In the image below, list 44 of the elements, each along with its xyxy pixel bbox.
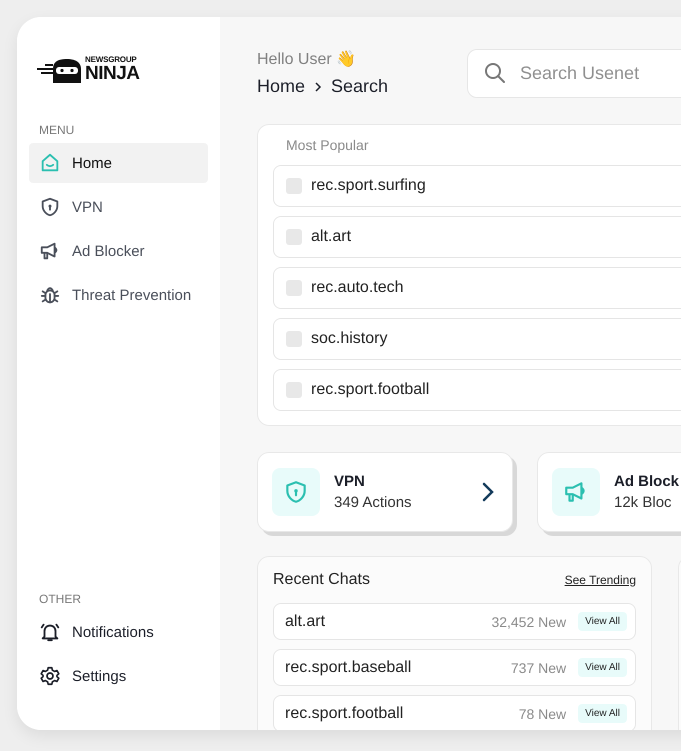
newsgroup-row[interactable]: soc.history xyxy=(273,318,681,360)
breadcrumb-item[interactable]: Search xyxy=(331,76,388,97)
chevron-right-icon[interactable] xyxy=(480,481,496,503)
logo-text: NINJA xyxy=(85,64,140,83)
newsgroup-row[interactable]: rec.sport.surfing xyxy=(273,165,681,207)
card-subtitle: 349 Actions xyxy=(334,494,413,511)
sidebar-item[interactable]: Threat Prevention xyxy=(29,275,208,315)
new-count: 737 New xyxy=(510,660,566,676)
home-icon xyxy=(39,152,61,174)
card-title: VPN xyxy=(334,473,366,490)
search-icon xyxy=(483,61,507,85)
newsgroup-row[interactable]: rec.auto.tech xyxy=(273,267,681,309)
search-field[interactable]: Search Usenet xyxy=(467,49,681,98)
bell-icon xyxy=(39,621,61,643)
chevron-icon xyxy=(313,82,324,92)
view-all-button[interactable]: View All xyxy=(578,658,627,677)
ninja-logo-icon xyxy=(35,57,83,83)
view-all-button[interactable]: View All xyxy=(578,612,627,631)
card-title: Ad Block xyxy=(614,473,680,490)
newsgroup-row[interactable]: rec.sport.football xyxy=(273,369,681,411)
sidebar-item[interactable]: Settings xyxy=(29,656,208,696)
section-label: OTHER xyxy=(39,592,82,606)
panel-title: Recent Chats xyxy=(273,571,370,589)
sidebar-item[interactable]: Notifications xyxy=(29,612,208,652)
sidebar-item[interactable]: VPN xyxy=(29,187,208,227)
chat-name: alt.art xyxy=(285,612,326,630)
chat-name: rec.sport.football xyxy=(285,704,404,722)
new-count: 32,452 New xyxy=(491,614,566,630)
newsgroup-row[interactable]: alt.art xyxy=(273,216,681,258)
card-subtitle: 12k Bloc xyxy=(614,494,673,511)
panel-title: Most Popular xyxy=(286,137,370,153)
shield-icon xyxy=(39,196,61,218)
logo-text: NEWSGROUP xyxy=(85,56,138,64)
bug-icon xyxy=(39,284,61,306)
see-trending-link[interactable]: See Trending xyxy=(564,573,636,587)
settings-icon xyxy=(39,665,61,687)
view-all-button[interactable]: View All xyxy=(578,704,627,723)
breadcrumb-item[interactable]: Home xyxy=(257,76,306,97)
chat-name: rec.sport.baseball xyxy=(285,658,412,676)
greeting: Hello User 👋 xyxy=(257,49,358,69)
new-count: 78 New xyxy=(518,706,566,722)
sidebar-item[interactable]: Ad Blocker xyxy=(29,231,208,271)
section-label: MENU xyxy=(39,123,76,137)
sidebar-item[interactable]: Home xyxy=(29,143,208,183)
